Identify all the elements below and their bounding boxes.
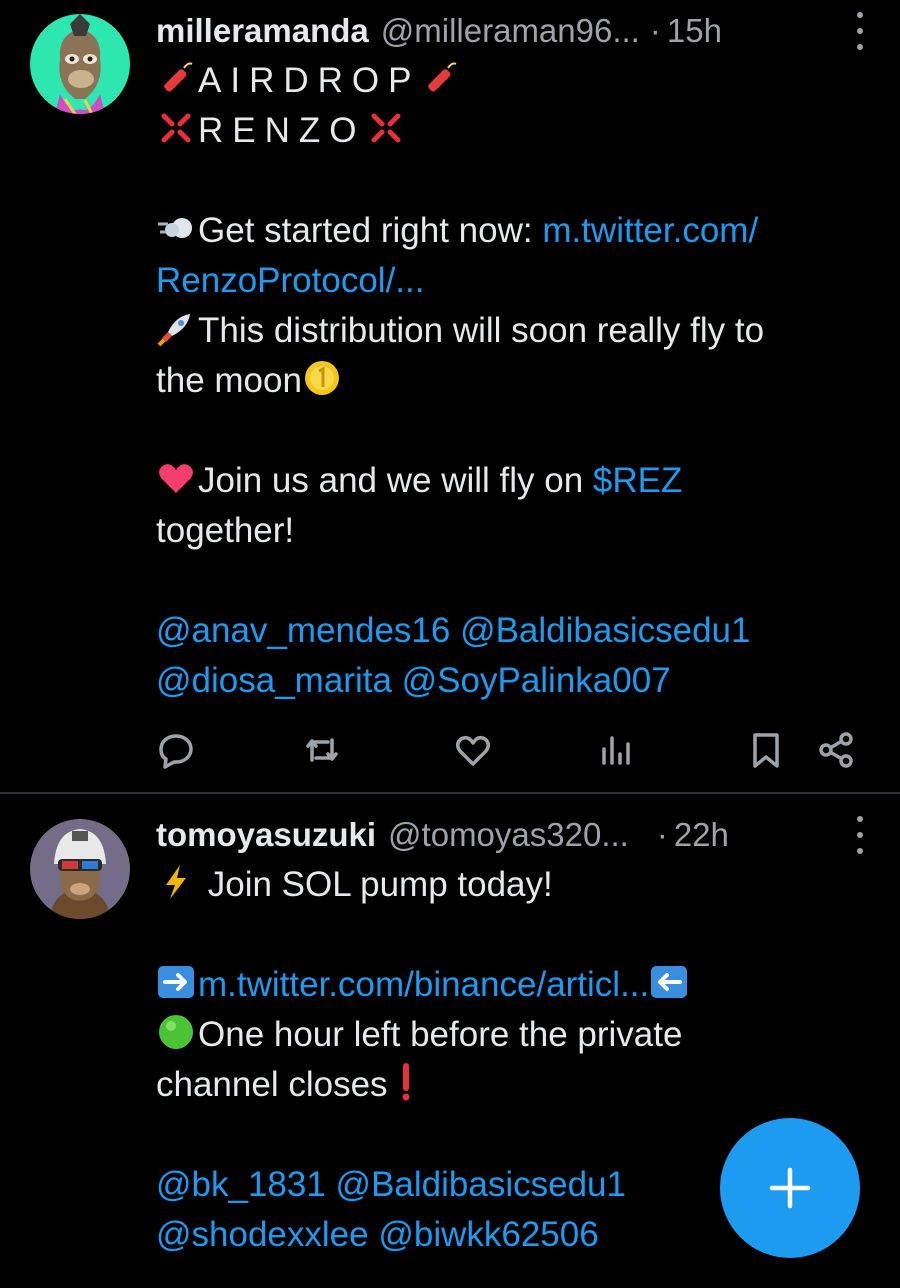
separator: · [649, 12, 661, 49]
bookmark-icon[interactable] [746, 730, 786, 770]
renzo-text: RENZO [198, 111, 366, 150]
text-line: Join SOL pump today! [156, 860, 860, 910]
tweet-header: milleramanda @milleraman96... · 15h [156, 8, 870, 54]
text-span: the moon [156, 361, 302, 400]
green-circle-icon [159, 1015, 193, 1049]
text-line: One hour left before the private [156, 1010, 860, 1060]
tweet[interactable]: milleramanda @milleraman96... · 15h AIRD… [0, 0, 900, 792]
timestamp[interactable]: 15h [667, 12, 722, 50]
text-span: Join us and we will fly on [198, 461, 593, 500]
text-span: One hour left before the private [198, 1015, 683, 1054]
left-arrow-icon [651, 966, 688, 998]
anger-icon [161, 113, 191, 143]
text-line: Join us and we will fly on $REZ [156, 456, 860, 506]
text-line: together! [156, 506, 860, 556]
text-line: AIRDROP [156, 56, 860, 106]
url-link[interactable]: m.twitter.com/binance/articl... [198, 965, 649, 1004]
author-name[interactable]: tomoyasuzuki [156, 816, 376, 854]
mentions-link[interactable]: @bk_1831 @Baldibasicsedu1 [156, 1165, 626, 1204]
separator: · [656, 816, 668, 853]
more-icon[interactable] [850, 12, 870, 50]
text-line: channel closes [156, 1060, 860, 1110]
heart-icon [159, 464, 193, 493]
mentions-link[interactable]: @anav_mendes16 @Baldibasicsedu1 [156, 611, 751, 650]
retweet-icon[interactable] [302, 730, 342, 770]
author-name[interactable]: milleramanda [156, 12, 369, 50]
lightning-icon [166, 865, 186, 899]
author-handle[interactable]: @tomoyas320... [388, 816, 629, 854]
avatar[interactable] [30, 819, 130, 919]
text-line: m.twitter.com/binance/articl... [156, 960, 860, 1010]
like-icon[interactable] [453, 730, 493, 770]
text-span: Join SOL pump today! [198, 865, 553, 904]
text-span: This distribution will soon really fly t… [198, 311, 765, 350]
text-line: @diosa_marita @SoyPalinka007 [156, 656, 860, 706]
text-span: together! [156, 511, 295, 550]
airdrop-text: AIRDROP [198, 61, 421, 100]
url-link[interactable]: m.twitter.com/ [542, 211, 758, 250]
reply-icon[interactable] [156, 730, 196, 770]
tweet-text: AIRDROP RENZO Get started right now: m.t… [156, 56, 860, 706]
text-line: the moon [156, 356, 860, 406]
text-line: RenzoProtocol/... [156, 256, 860, 306]
cashtag-link[interactable]: $REZ [593, 461, 682, 500]
mentions-link[interactable]: @shodexxlee @biwkk62506 [156, 1215, 599, 1254]
coin-icon [304, 361, 339, 395]
timestamp[interactable]: 22h [674, 816, 729, 854]
text-line: RENZO [156, 106, 860, 156]
right-arrow-icon [158, 966, 194, 998]
share-icon[interactable] [816, 730, 856, 770]
rocket-icon [157, 314, 190, 347]
text-span: channel closes [156, 1065, 388, 1104]
author-handle[interactable]: @milleraman96... [381, 12, 640, 50]
views-icon[interactable] [596, 730, 636, 770]
exclamation-icon [402, 1063, 410, 1101]
url-link[interactable]: RenzoProtocol/... [156, 261, 424, 300]
avatar[interactable] [30, 14, 130, 114]
firecracker-icon [428, 62, 457, 92]
firecracker-icon [164, 62, 193, 92]
text-line: Get started right now: m.twitter.com/ [156, 206, 860, 256]
dash-icon [158, 218, 192, 238]
tweet-header: tomoyasuzuki @tomoyas320... · 22h [156, 812, 870, 858]
more-icon[interactable] [850, 816, 870, 854]
text-span: Get started right now: [198, 211, 543, 250]
anger-icon [371, 113, 400, 143]
text-line: @anav_mendes16 @Baldibasicsedu1 [156, 606, 860, 656]
compose-button[interactable] [720, 1118, 860, 1258]
mentions-link[interactable]: @diosa_marita @SoyPalinka007 [156, 661, 671, 700]
tweet-actions [156, 730, 856, 770]
text-line: This distribution will soon really fly t… [156, 306, 860, 356]
compose-icon [769, 1167, 811, 1209]
